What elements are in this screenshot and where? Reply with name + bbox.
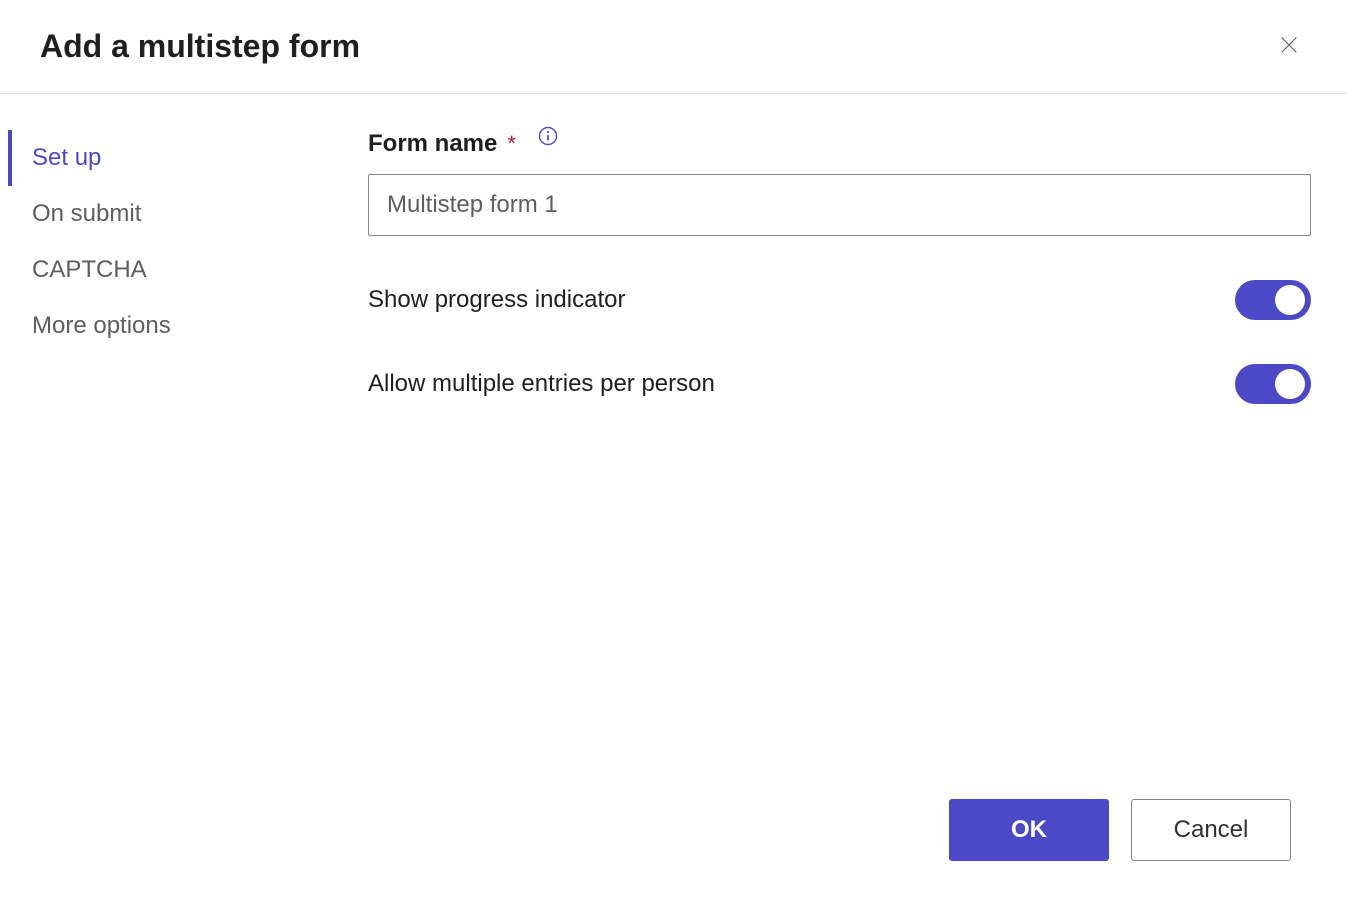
dialog-header: Add a multistep form [0,0,1347,94]
sidebar-item-captcha[interactable]: CAPTCHA [8,242,348,298]
toggle-knob [1275,369,1305,399]
sidebar: Set up On submit CAPTCHA More options [8,130,348,799]
dialog-add-multistep-form: Add a multistep form Set up On submit CA… [0,0,1347,901]
sidebar-item-more-options[interactable]: More options [8,298,348,354]
required-indicator: * [507,131,516,157]
sidebar-item-label: On submit [32,200,141,227]
toggle-knob [1275,285,1305,315]
close-button[interactable] [1271,29,1307,65]
main-panel: Form name * Show progress indicator [348,130,1311,799]
form-name-label-row: Form name * [368,130,1311,158]
sidebar-item-setup[interactable]: Set up [8,130,348,186]
sidebar-item-onsubmit[interactable]: On submit [8,186,348,242]
close-icon [1278,34,1300,59]
ok-button[interactable]: OK [949,799,1109,861]
allow-multiple-toggle[interactable] [1235,364,1311,404]
sidebar-item-label: CAPTCHA [32,256,147,283]
form-name-input[interactable] [368,174,1311,236]
allow-multiple-label: Allow multiple entries per person [368,370,715,398]
sidebar-item-label: Set up [32,144,101,171]
sidebar-item-label: More options [32,312,171,339]
form-name-label: Form name [368,130,497,158]
show-progress-row: Show progress indicator [368,280,1311,320]
dialog-footer: OK Cancel [0,799,1347,901]
dialog-body: Set up On submit CAPTCHA More options Fo… [0,94,1347,799]
show-progress-toggle[interactable] [1235,280,1311,320]
info-icon[interactable] [538,126,558,146]
dialog-title: Add a multistep form [40,28,360,65]
allow-multiple-row: Allow multiple entries per person [368,364,1311,404]
cancel-button[interactable]: Cancel [1131,799,1291,861]
show-progress-label: Show progress indicator [368,286,625,314]
